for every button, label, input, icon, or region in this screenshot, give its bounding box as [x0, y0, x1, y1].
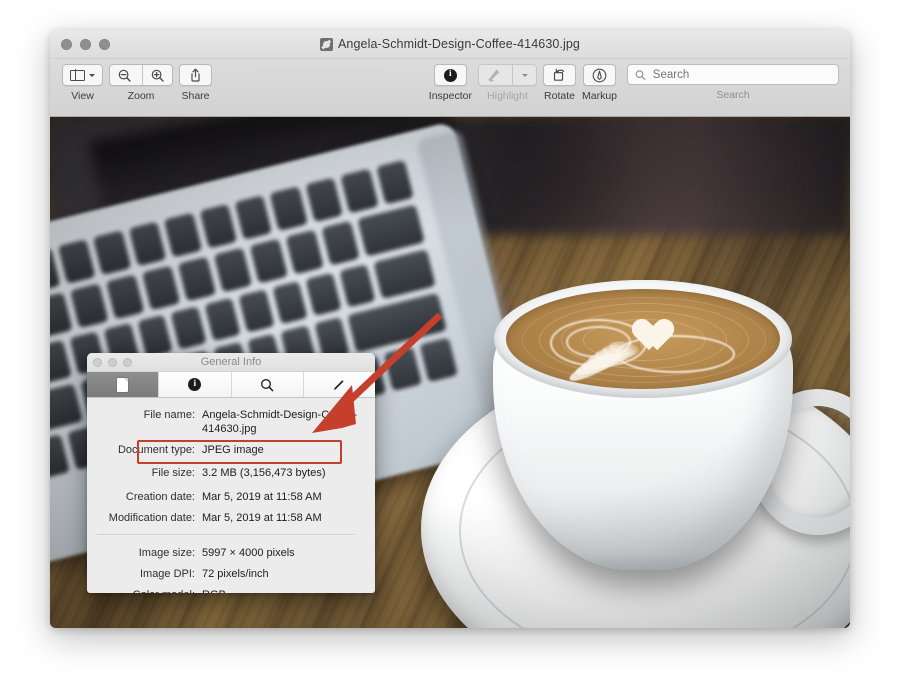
row-label: Modification date: [108, 512, 195, 524]
info-row-color-model: Color model: RGB [87, 588, 365, 593]
search-icon [261, 378, 274, 391]
window-title: Angela-Schmidt-Design-Coffee-414630.jpg [337, 37, 580, 51]
inspector-section-divider [97, 534, 355, 535]
window-titlebar[interactable]: Angela-Schmidt-Design-Coffee-414630.jpg [50, 30, 850, 59]
rotate-toolbar-item[interactable]: Rotate [542, 64, 576, 102]
inspector-titlebar[interactable]: General Info [87, 353, 375, 372]
highlighter-pen-icon [488, 69, 500, 82]
zoom-out-icon [118, 69, 131, 82]
tab-general-info[interactable] [87, 372, 160, 397]
markup-toolbar-item[interactable]: Markup [582, 64, 617, 102]
zoom-in-icon [151, 69, 164, 82]
zoom-in-button[interactable] [142, 65, 172, 85]
maximize-button[interactable] [99, 39, 110, 50]
sidebar-icon [70, 69, 85, 81]
inspector-toolbar-item[interactable]: i Inspector [429, 64, 472, 102]
info-circle-icon: i [443, 68, 457, 82]
zoom-label: Zoom [127, 90, 155, 102]
row-value: Mar 5, 2019 at 11:58 AM [202, 512, 322, 524]
pencil-icon [334, 379, 344, 390]
toolbar-right-group: i Inspector Highlight Rotate Markup Sear… [429, 64, 839, 102]
main-toolbar: View Zoom Share i Inspector Highlight Ro… [50, 59, 850, 117]
minimize-button[interactable] [80, 39, 91, 50]
row-value: Angela-Schmidt-Design-Coffee-414630.jpg [202, 409, 358, 435]
info-circle-icon: i [188, 378, 202, 391]
share-button[interactable] [179, 64, 212, 86]
inspector-button[interactable]: i [433, 64, 467, 86]
markup-label: Markup [581, 90, 617, 102]
row-label: Image size: [138, 547, 195, 559]
inspector-label: Inspector [428, 90, 472, 102]
highlight-button[interactable] [479, 65, 509, 85]
view-toolbar-item[interactable]: View [62, 64, 103, 102]
chevron-down-icon [89, 73, 95, 77]
document-icon [117, 377, 129, 392]
inspector-tabs: i [87, 372, 375, 398]
window-title-wrap: Angela-Schmidt-Design-Coffee-414630.jpg [50, 30, 850, 58]
highlight-options-button[interactable] [511, 65, 536, 85]
row-value: 72 pixels/inch [202, 568, 269, 580]
view-button[interactable] [62, 64, 103, 86]
document-proxy-icon [319, 37, 333, 51]
highlight-toolbar-item[interactable]: Highlight [477, 64, 537, 102]
search-caption: Search [716, 89, 750, 101]
info-row-file-size: File size: 3.2 MB (3,156,473 bytes) [87, 466, 365, 480]
markup-pen-circle-icon [592, 68, 607, 82]
general-info-inspector-panel: General Info i File name: Angela-Schmidt… [87, 353, 375, 593]
share-label: Share [181, 90, 210, 102]
row-label: File name: [143, 409, 195, 421]
row-label: Document type: [117, 444, 195, 456]
highlight-segmented-control[interactable] [477, 64, 537, 86]
search-input[interactable] [650, 67, 831, 82]
share-icon [191, 68, 200, 82]
tab-more-info[interactable]: i [159, 372, 232, 397]
row-value: 5997 × 4000 pixels [202, 547, 295, 559]
row-label: Image DPI: [139, 568, 195, 580]
search-toolbar-item[interactable]: Search [627, 64, 839, 101]
row-value: RGB [202, 588, 226, 593]
row-label: File size: [151, 467, 195, 479]
rotate-label: Rotate [544, 90, 575, 102]
chevron-down-icon [521, 73, 528, 77]
zoom-out-button[interactable] [110, 65, 139, 85]
markup-button[interactable] [582, 64, 616, 86]
row-label: Color model: [87, 588, 202, 593]
share-toolbar-item[interactable]: Share [179, 64, 212, 102]
rotate-icon [554, 68, 565, 81]
tab-keywords[interactable] [231, 372, 304, 397]
info-row-creation-date: Creation date: Mar 5, 2019 at 11:58 AM [87, 490, 365, 504]
info-row-image-size: Image size: 5997 × 4000 pixels [87, 546, 365, 560]
info-row-file-name: File name: Angela-Schmidt-Design-Coffee-… [87, 408, 365, 436]
highlight-label: Highlight [487, 90, 528, 102]
view-label: View [71, 90, 94, 102]
row-label: Creation date: [125, 491, 195, 503]
search-field[interactable] [627, 64, 839, 85]
info-row-document-type: Document type: JPEG image [87, 443, 365, 457]
info-row-modification-date: Modification date: Mar 5, 2019 at 11:58 … [87, 511, 365, 525]
inspector-title: General Info [200, 356, 262, 368]
row-value: 3.2 MB (3,156,473 bytes) [202, 467, 326, 479]
close-button[interactable] [61, 39, 72, 50]
zoom-toolbar-item[interactable]: Zoom [109, 64, 173, 102]
toolbar-left-group: View Zoom Share [62, 64, 212, 102]
row-value: Mar 5, 2019 at 11:58 AM [202, 491, 322, 503]
tab-annotations[interactable] [303, 372, 375, 397]
rotate-button[interactable] [542, 64, 576, 86]
inspector-body: File name: Angela-Schmidt-Design-Coffee-… [87, 398, 375, 593]
zoom-segmented-control[interactable] [109, 64, 173, 86]
traffic-lights [61, 39, 110, 50]
search-icon [635, 69, 646, 80]
info-row-image-dpi: Image DPI: 72 pixels/inch [87, 567, 365, 581]
row-value: JPEG image [202, 444, 264, 456]
